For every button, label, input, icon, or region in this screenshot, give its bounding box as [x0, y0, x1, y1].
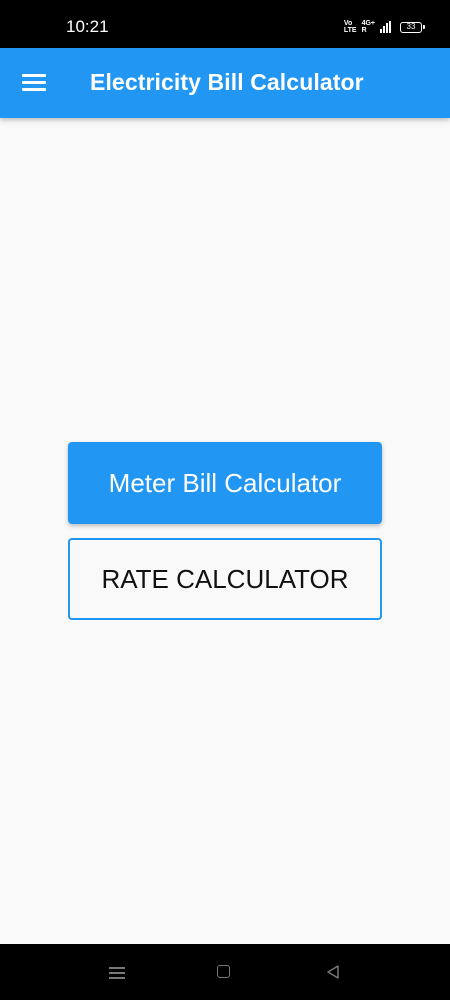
rate-calculator-button[interactable]: RATE CALCULATOR	[68, 538, 382, 620]
page-title: Electricity Bill Calculator	[90, 69, 364, 95]
volte-icon: Vo LTE	[344, 20, 357, 34]
battery-icon: 33	[400, 21, 425, 33]
volte-top-label: Vo	[343, 20, 353, 27]
hamburger-menu-icon[interactable]	[22, 72, 46, 92]
battery-level: 33	[406, 21, 416, 31]
rate-calculator-label: RATE CALCULATOR	[101, 563, 349, 594]
signal-strength-icon	[380, 21, 391, 33]
status-icons: Vo LTE 4G+ R 33	[344, 20, 425, 34]
network-bottom-label: R	[361, 27, 367, 34]
status-bar: 10:21 Vo LTE 4G+ R 33	[0, 0, 450, 48]
recent-apps-icon[interactable]	[109, 966, 125, 979]
app-bar: Electricity Bill Calculator	[0, 48, 450, 118]
meter-bill-calculator-button[interactable]: Meter Bill Calculator	[68, 442, 382, 524]
volte-bottom-label: LTE	[343, 27, 357, 34]
network-top-label: 4G+	[361, 20, 375, 27]
back-icon[interactable]	[325, 964, 341, 980]
status-time: 10:21	[66, 17, 109, 36]
meter-bill-calculator-label: Meter Bill Calculator	[108, 467, 342, 498]
system-nav-bar	[0, 944, 450, 1000]
network-type-icon: 4G+ R	[362, 20, 375, 34]
screen: 10:21 Vo LTE 4G+ R 33 Electricity Bill C…	[0, 0, 450, 1000]
home-icon[interactable]	[217, 965, 230, 978]
